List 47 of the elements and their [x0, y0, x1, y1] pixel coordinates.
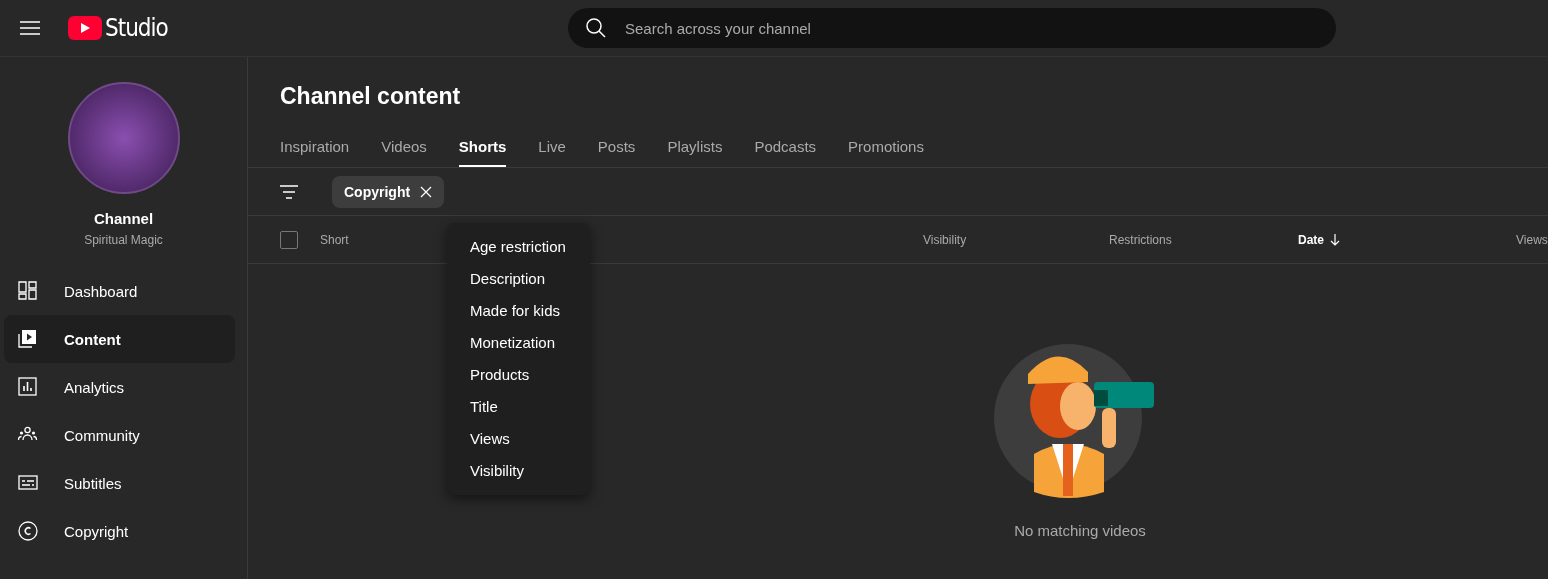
column-header[interactable]: Short: [320, 232, 349, 247]
nav-item[interactable]: Subtitles: [4, 459, 235, 507]
tab[interactable]: Shorts: [458, 127, 507, 167]
close-icon[interactable]: [420, 185, 433, 198]
video-library-icon: [18, 329, 38, 349]
nav-item[interactable]: Analytics: [4, 363, 235, 411]
menu-item[interactable]: Monetization: [447, 327, 590, 359]
nav-item[interactable]: Community: [4, 411, 235, 459]
menu-item[interactable]: Age restriction: [447, 231, 590, 263]
menu-item[interactable]: Views: [447, 423, 590, 455]
sort-down-arrow-icon: [1330, 233, 1340, 246]
tab[interactable]: Posts: [597, 127, 636, 167]
copyright-icon: [18, 521, 38, 541]
column-header[interactable]: Views: [1516, 232, 1548, 247]
column-header[interactable]: Restrictions: [1109, 232, 1172, 247]
search-icon: [585, 17, 607, 39]
search-input[interactable]: Search across your channel: [623, 18, 1319, 38]
bar-chart-icon: [18, 377, 38, 397]
channel-title: Channel: [93, 210, 154, 227]
filter-icon[interactable]: [280, 184, 298, 199]
menu-item[interactable]: Made for kids: [447, 295, 590, 327]
tab[interactable]: Inspiration: [280, 127, 350, 167]
logo-text: Studio: [105, 14, 168, 42]
channel-name: Spiritual Magic: [84, 233, 163, 247]
nav-item[interactable]: Copyright: [4, 507, 235, 555]
menu-item[interactable]: Description: [447, 263, 590, 295]
page-title: Channel content: [280, 83, 462, 111]
column-header[interactable]: Date: [1298, 232, 1340, 247]
nav-item[interactable]: Content: [4, 315, 235, 363]
tab[interactable]: Podcasts: [754, 127, 817, 167]
menu-icon[interactable]: [20, 21, 40, 35]
nav-item[interactable]: Dashboard: [4, 267, 235, 315]
subtitles-icon: [18, 473, 38, 493]
tab[interactable]: Live: [538, 127, 566, 167]
column-header[interactable]: Visibility: [923, 232, 967, 247]
search-field[interactable]: Search across your channel: [568, 8, 1336, 48]
tab[interactable]: Promotions: [848, 127, 924, 167]
empty-message: No matching videos: [1014, 522, 1146, 539]
tab[interactable]: Playlists: [667, 127, 723, 167]
menu-item[interactable]: Title: [447, 391, 590, 423]
play-logo-icon: [68, 16, 102, 40]
filter-chip[interactable]: Copyright: [332, 175, 445, 208]
select-all-checkbox[interactable]: [280, 230, 298, 249]
dashboard-icon: [18, 281, 38, 301]
menu-item[interactable]: Visibility: [447, 455, 590, 487]
tab[interactable]: Videos: [381, 127, 427, 167]
menu-item[interactable]: Products: [447, 359, 590, 391]
